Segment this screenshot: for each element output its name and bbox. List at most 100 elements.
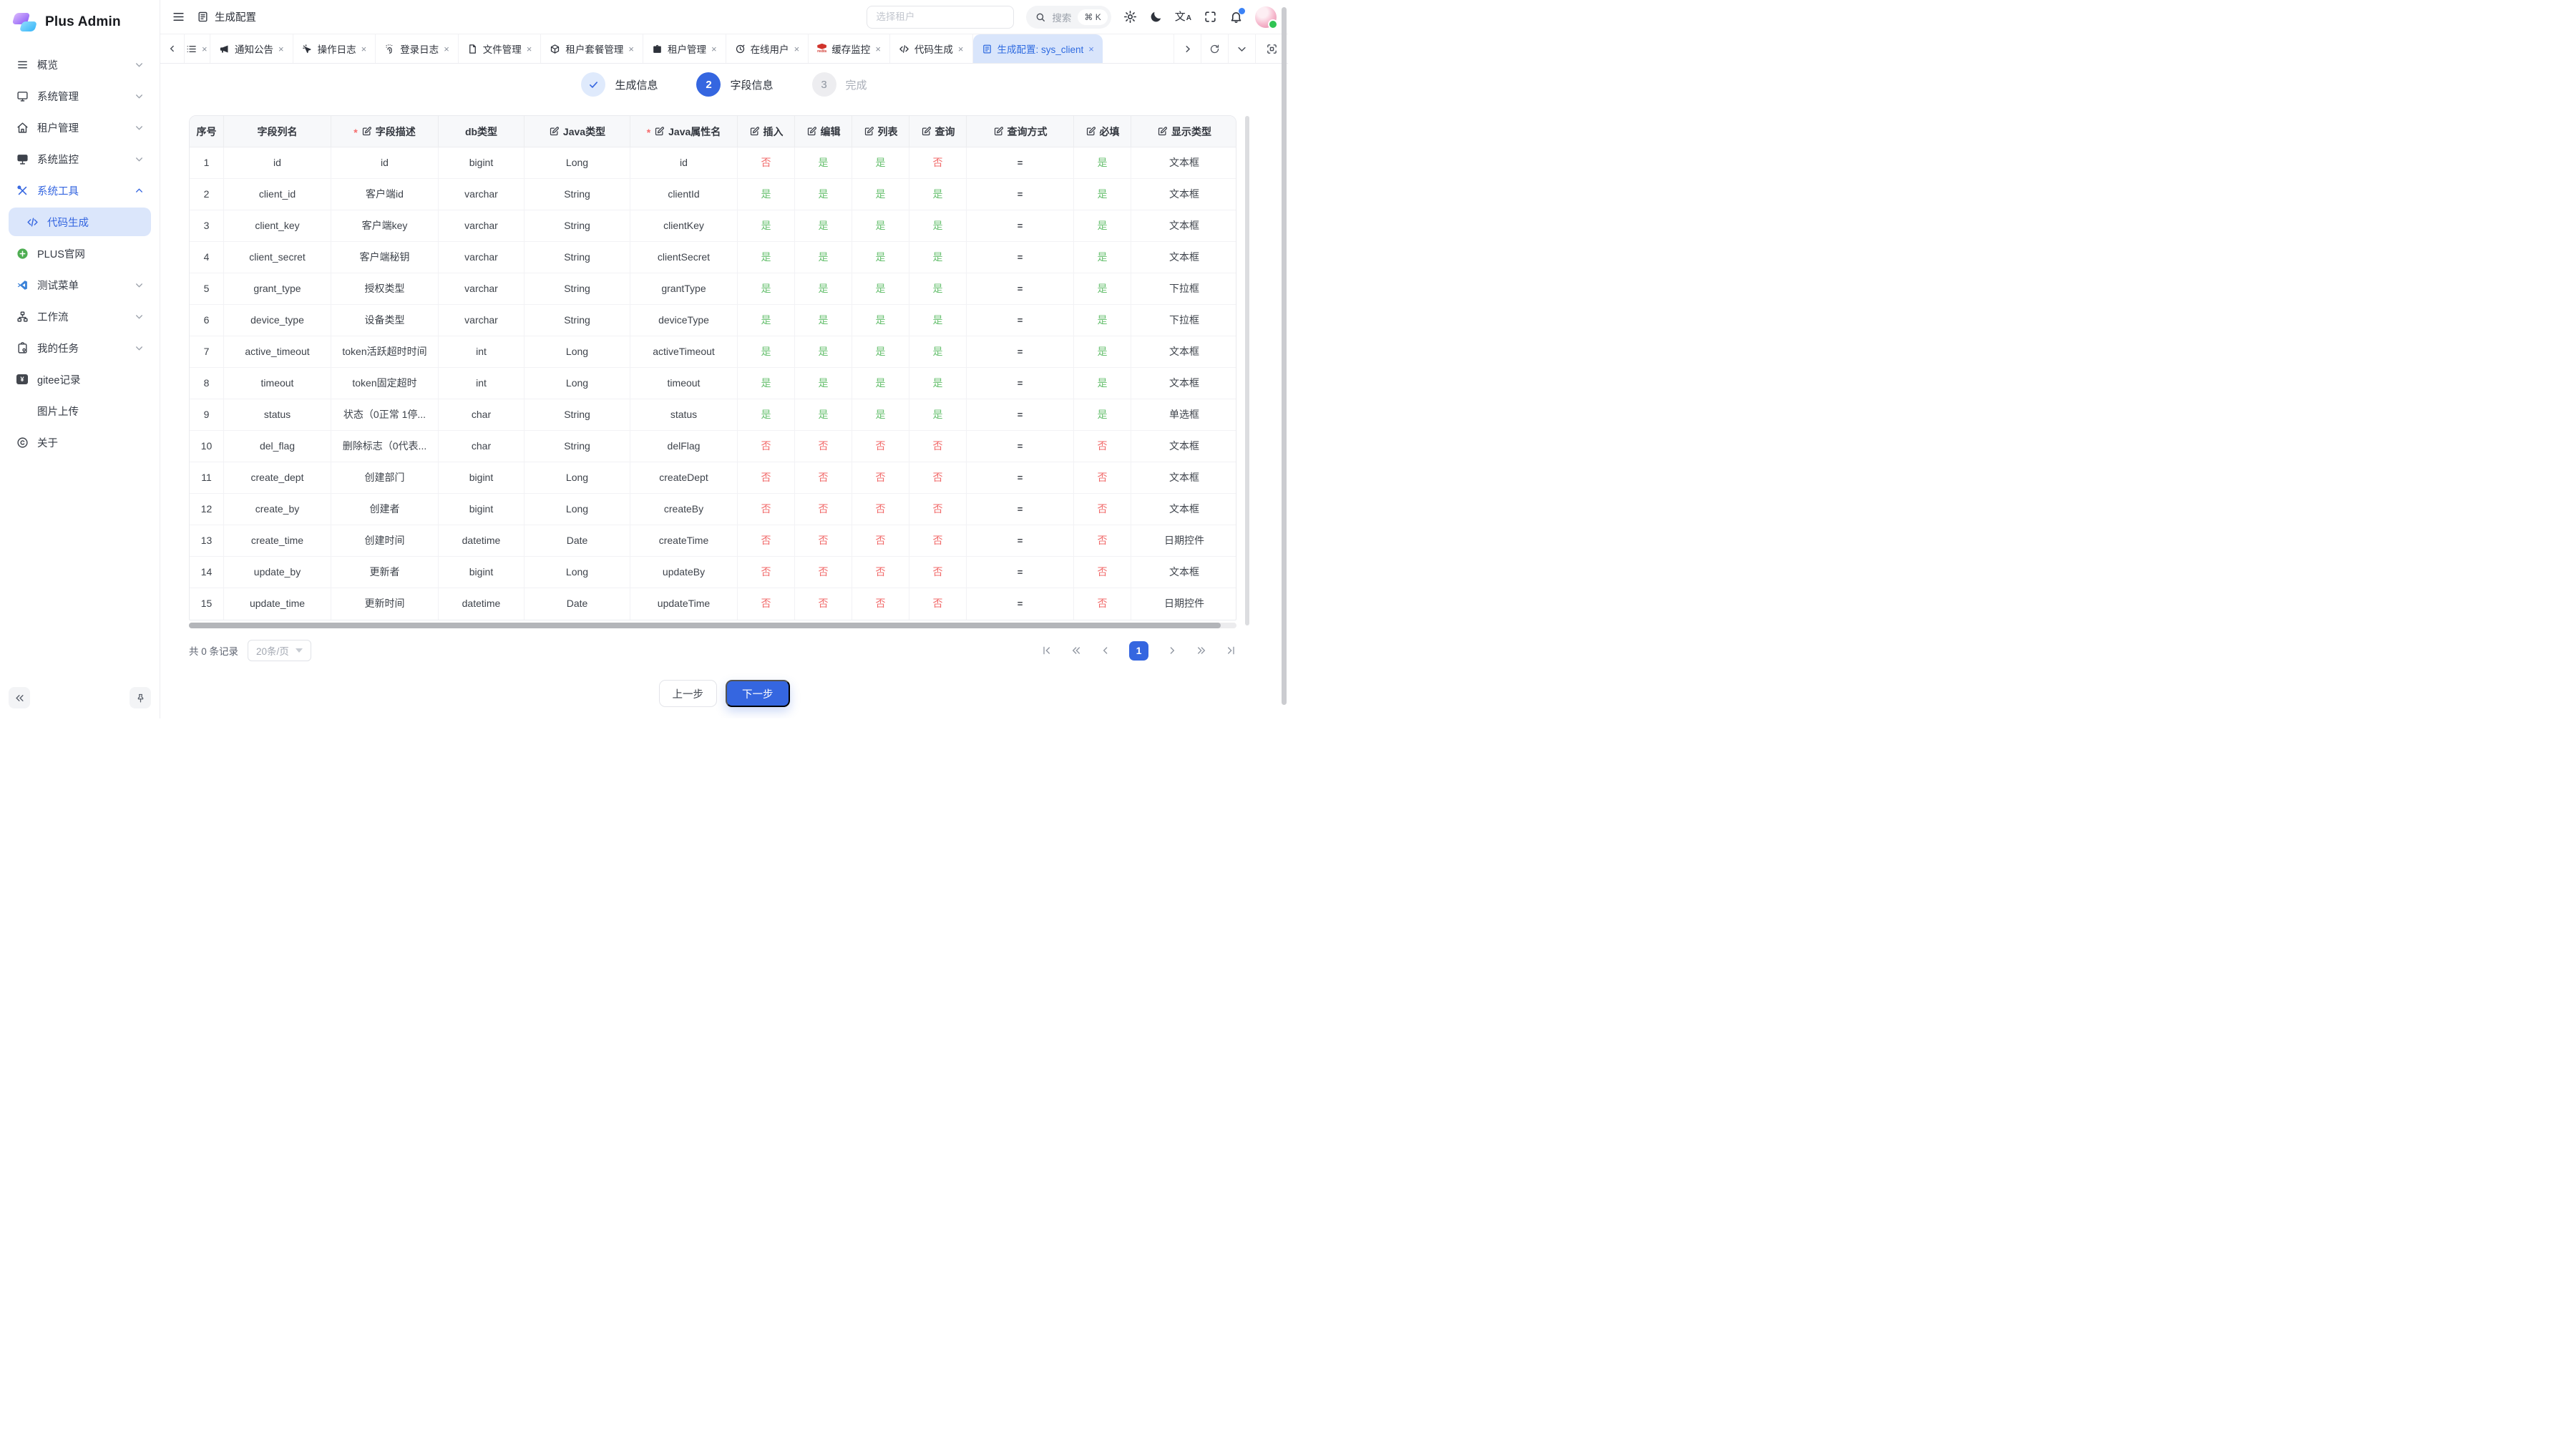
cell-required-flag[interactable]: 否 [1074,431,1131,462]
cell-query-flag[interactable]: 是 [909,336,967,368]
edit-column-icon[interactable] [361,126,372,137]
tab-operation-log[interactable]: 操作日志 [293,34,376,63]
window-scrollbar[interactable] [1282,7,1287,705]
tab-actions-dropdown-icon[interactable] [1228,34,1255,63]
cell-required-flag[interactable]: 是 [1074,305,1131,336]
cell-query-flag[interactable]: 是 [909,305,967,336]
tabs-scroll-right-button[interactable] [1174,34,1201,63]
cell-java-type[interactable]: Long [525,557,630,588]
cell-required-flag[interactable]: 是 [1074,147,1131,179]
cell-java-type[interactable]: String [525,399,630,431]
cell-description[interactable]: 客户端id [331,179,439,210]
cell-query-method[interactable]: = [967,462,1074,494]
cell-java-type[interactable]: Date [525,525,630,557]
cell-java-type[interactable]: Long [525,147,630,179]
cell-edit-flag[interactable]: 是 [795,305,852,336]
prev-step-button[interactable]: 上一步 [659,680,718,707]
close-icon[interactable] [958,44,964,54]
forward-five-pages-button[interactable] [1196,645,1207,656]
cell-java-type[interactable]: Date [525,588,630,620]
sidebar-item-about[interactable]: 关于 [9,428,151,457]
cell-java-property[interactable]: id [630,147,738,179]
global-search-button[interactable]: 搜索 ⌘ K [1026,6,1111,29]
cell-query-method[interactable]: = [967,431,1074,462]
cell-required-flag[interactable]: 是 [1074,210,1131,242]
cell-query-flag[interactable]: 否 [909,588,967,620]
sidebar-item-overview[interactable]: 概览 [9,50,151,79]
gear-icon[interactable] [1123,10,1137,24]
cell-edit-flag[interactable]: 否 [795,557,852,588]
cell-display-type[interactable]: 文本框 [1131,179,1236,210]
cell-query-method[interactable]: = [967,305,1074,336]
cell-java-property[interactable]: delFlag [630,431,738,462]
cell-display-type[interactable]: 文本框 [1131,210,1236,242]
cell-display-type[interactable]: 日期控件 [1131,525,1236,557]
sidebar-item-plus-website[interactable]: PLUS官网 [9,239,151,268]
cell-display-type[interactable]: 文本框 [1131,431,1236,462]
close-icon[interactable] [202,44,208,54]
cell-description[interactable]: 授权类型 [331,273,439,305]
cell-query-flag[interactable]: 是 [909,273,967,305]
cell-required-flag[interactable]: 是 [1074,273,1131,305]
cell-query-flag[interactable]: 是 [909,399,967,431]
tabs-scroll-left-button[interactable] [160,34,185,63]
cell-column-name[interactable]: del_flag [224,431,331,462]
cell-java-property[interactable]: clientKey [630,210,738,242]
cell-query-flag[interactable]: 否 [909,147,967,179]
cell-insert-flag[interactable]: 是 [738,305,795,336]
cell-query-flag[interactable]: 是 [909,210,967,242]
tab-file-management[interactable]: 文件管理 [459,34,542,63]
scrollbar-thumb[interactable] [189,623,1221,628]
cell-required-flag[interactable]: 是 [1074,242,1131,273]
cell-description[interactable]: 更新时间 [331,588,439,620]
cell-query-flag[interactable]: 否 [909,431,967,462]
cell-display-type[interactable]: 文本框 [1131,242,1236,273]
cell-edit-flag[interactable]: 是 [795,179,852,210]
cell-insert-flag[interactable]: 否 [738,462,795,494]
close-icon[interactable] [875,44,881,54]
cell-insert-flag[interactable]: 是 [738,242,795,273]
cell-java-property[interactable]: timeout [630,368,738,399]
cell-query-method[interactable]: = [967,494,1074,525]
cell-java-type[interactable]: Long [525,494,630,525]
cell-query-flag[interactable]: 否 [909,525,967,557]
cell-insert-flag[interactable]: 否 [738,494,795,525]
tab-code-generation[interactable]: 代码生成 [890,34,973,63]
cell-description[interactable]: 创建者 [331,494,439,525]
cell-display-type[interactable]: 文本框 [1131,462,1236,494]
cell-display-type[interactable]: 文本框 [1131,147,1236,179]
cell-edit-flag[interactable]: 是 [795,368,852,399]
cell-java-property[interactable]: status [630,399,738,431]
cell-column-name[interactable]: create_time [224,525,331,557]
cell-java-property[interactable]: createDept [630,462,738,494]
current-page-button[interactable]: 1 [1129,641,1148,661]
cell-display-type[interactable]: 文本框 [1131,368,1236,399]
close-icon[interactable] [711,44,717,54]
tab-tenant-management[interactable]: 租户管理 [643,34,726,63]
cell-edit-flag[interactable]: 否 [795,431,852,462]
cell-list-flag[interactable]: 是 [852,242,909,273]
cell-column-name[interactable]: timeout [224,368,331,399]
close-icon[interactable] [527,44,532,54]
cell-required-flag[interactable]: 是 [1074,399,1131,431]
back-five-pages-button[interactable] [1070,645,1082,656]
cell-required-flag[interactable]: 否 [1074,557,1131,588]
cell-insert-flag[interactable]: 是 [738,210,795,242]
cell-edit-flag[interactable]: 是 [795,242,852,273]
close-icon[interactable] [628,44,634,54]
cell-required-flag[interactable]: 否 [1074,588,1131,620]
cell-insert-flag[interactable]: 否 [738,557,795,588]
cell-required-flag[interactable]: 否 [1074,525,1131,557]
cell-column-name[interactable]: status [224,399,331,431]
cell-insert-flag[interactable]: 否 [738,588,795,620]
cell-column-name[interactable]: id [224,147,331,179]
avatar[interactable] [1255,6,1277,28]
cell-java-type[interactable]: String [525,179,630,210]
cell-description[interactable]: 客户端秘钥 [331,242,439,273]
cell-java-property[interactable]: createTime [630,525,738,557]
cell-list-flag[interactable]: 是 [852,210,909,242]
sidebar-item-system-monitor[interactable]: 系统监控 [9,145,151,173]
cell-column-name[interactable]: create_by [224,494,331,525]
cell-java-property[interactable]: grantType [630,273,738,305]
cell-description[interactable]: 删除标志（0代表... [331,431,439,462]
